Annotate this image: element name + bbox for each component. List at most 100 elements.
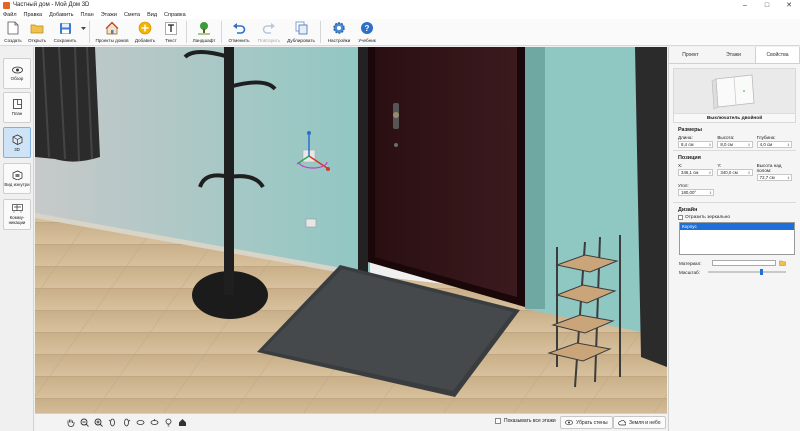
menu-help[interactable]: Справка [164, 12, 186, 18]
spinner-icon[interactable]: ⇕ [787, 176, 790, 180]
save-button[interactable]: Сохранить [50, 19, 80, 46]
checkbox-box[interactable] [495, 418, 501, 424]
pipes-icon [11, 204, 23, 213]
toolbar: Создать Открыть Сохранить Проекты домов … [0, 19, 800, 46]
close-button[interactable]: ✕ [778, 0, 800, 10]
menu-add[interactable]: Добавить [49, 12, 73, 18]
rotate-right-icon[interactable] [121, 418, 131, 428]
light-bulb-icon[interactable] [163, 418, 173, 428]
settings-button[interactable]: Настройки [324, 19, 354, 46]
spinner-icon[interactable]: ⇕ [709, 191, 712, 195]
elevation-label: Высота над полом: [756, 163, 782, 173]
spinner-icon[interactable]: ⇕ [748, 171, 751, 175]
angle-row: Угол: 180,00° ⇕ [669, 183, 800, 196]
menu-bar: Файл Правка Добавить План Этажи Смета Ви… [0, 10, 800, 19]
show-all-floors-checkbox[interactable]: Показывать все этажи [495, 418, 556, 424]
communications-button[interactable]: Комму-никации [3, 199, 31, 230]
length-field[interactable]: 8,4 см ⇕ [678, 141, 714, 148]
y-label: Y: [717, 163, 722, 168]
undo-button[interactable]: Отменить [225, 19, 253, 46]
scale-label: Масштаб: [679, 269, 700, 275]
text-button[interactable]: Текст [159, 19, 183, 46]
spinner-icon[interactable]: ⇕ [708, 171, 711, 175]
panel-tabs: Проект Этажи Свойства [669, 47, 800, 64]
spinner-icon[interactable]: ⇕ [708, 143, 711, 147]
folder-icon[interactable] [778, 260, 786, 266]
height-label: Высота: [717, 135, 735, 140]
save-dropdown[interactable] [80, 19, 86, 46]
menu-floors[interactable]: Этажи [101, 12, 117, 18]
spinner-icon[interactable]: ⇕ [787, 143, 790, 147]
x-field[interactable]: 346,1 см ⇕ [678, 169, 714, 176]
zoom-out-icon[interactable] [79, 418, 89, 428]
design-section-title: Дизайн [678, 207, 698, 213]
y-field[interactable]: 340,0 см ⇕ [717, 169, 753, 176]
elevation-field[interactable]: 72,7 см ⇕ [756, 174, 792, 181]
spinner-icon[interactable]: ⇕ [748, 143, 751, 147]
hide-walls-button[interactable]: Убрать стены [560, 416, 613, 429]
rotate-left-icon[interactable] [107, 418, 117, 428]
menu-view[interactable]: Вид [147, 12, 157, 18]
menu-plan[interactable]: План [80, 12, 93, 18]
minimize-button[interactable]: – [734, 0, 756, 10]
open-button[interactable]: Открыть [24, 19, 50, 46]
door-lock [394, 143, 398, 147]
ground-sky-button[interactable]: Земля и небо [613, 416, 666, 429]
tab-properties[interactable]: Свойства [755, 47, 800, 63]
slider-thumb[interactable] [760, 269, 764, 275]
position-section-title: Позиция [678, 155, 701, 161]
zoom-in-icon[interactable] [93, 418, 103, 428]
inside-view-button[interactable]: Вид изнутри [3, 163, 31, 194]
mirror-checkbox[interactable]: Отразить зеркально [669, 215, 800, 220]
cloud-icon [618, 419, 626, 426]
view-mode-sidebar: Обзор План 3D Вид изнутри Комму-никации [0, 47, 34, 431]
house-icon [105, 21, 119, 35]
depth-label: Глубина: [756, 135, 776, 140]
menu-estimate[interactable]: Смета [124, 12, 140, 18]
home-icon[interactable] [177, 418, 187, 428]
help-icon: ? [360, 21, 374, 35]
menu-file[interactable]: Файл [3, 12, 17, 18]
toolbar-divider [89, 21, 90, 43]
create-button[interactable]: Создать [2, 19, 24, 46]
height-field[interactable]: 8,0 см ⇕ [717, 141, 753, 148]
size-fields: Длина: 8,4 см ⇕ Высота: 8,0 см ⇕ Глубина: … [669, 135, 800, 148]
toolbar-divider [186, 21, 187, 43]
tilt-up-icon[interactable] [149, 418, 159, 428]
parts-list[interactable]: Корпус [679, 222, 795, 255]
svg-text:?: ? [365, 24, 370, 33]
angle-label: Угол: [678, 183, 689, 188]
depth-field[interactable]: 4,0 см ⇕ [756, 141, 792, 148]
overview-mode-button[interactable]: Обзор [3, 58, 31, 89]
scale-slider[interactable] [707, 269, 786, 275]
landscape-button[interactable]: Ландшафт [190, 19, 218, 46]
tab-project[interactable]: Проект [669, 47, 712, 63]
entrance-door[interactable] [375, 47, 517, 297]
presets-button[interactable]: Проекты домов [93, 19, 131, 46]
3d-viewport[interactable] [35, 47, 667, 413]
add-button[interactable]: Добавить [131, 19, 159, 46]
position-fields: X: 346,1 см ⇕ Y: 340,0 см ⇕ Высота над пол… [669, 163, 800, 181]
tutorial-button[interactable]: ? Учебник [354, 19, 380, 46]
window-controls: – □ ✕ [734, 0, 800, 10]
3d-scene[interactable] [35, 47, 667, 413]
sizes-section-title: Размеры [678, 127, 703, 133]
redo-button[interactable]: Повторить [253, 19, 285, 46]
maximize-button[interactable]: □ [756, 0, 778, 10]
plan-mode-button[interactable]: План [3, 92, 31, 123]
toolbar-divider [320, 21, 321, 43]
wall-socket[interactable] [305, 218, 317, 228]
3d-mode-button[interactable]: 3D [3, 127, 31, 158]
tab-floors[interactable]: Этажи [712, 47, 755, 63]
material-field[interactable] [711, 260, 776, 266]
menu-edit[interactable]: Правка [24, 12, 43, 18]
checkbox-box[interactable] [678, 215, 683, 220]
tilt-down-icon[interactable] [135, 418, 145, 428]
divider [673, 150, 796, 151]
angle-field[interactable]: 180,00° ⇕ [678, 189, 714, 196]
switch-preview-image [711, 74, 755, 110]
list-item-selected[interactable]: Корпус [680, 223, 794, 230]
window-title: Частный дом - Мой Дом 3D [13, 2, 90, 8]
hand-pan-icon[interactable] [65, 418, 75, 428]
duplicate-button[interactable]: Дублировать [285, 19, 317, 46]
